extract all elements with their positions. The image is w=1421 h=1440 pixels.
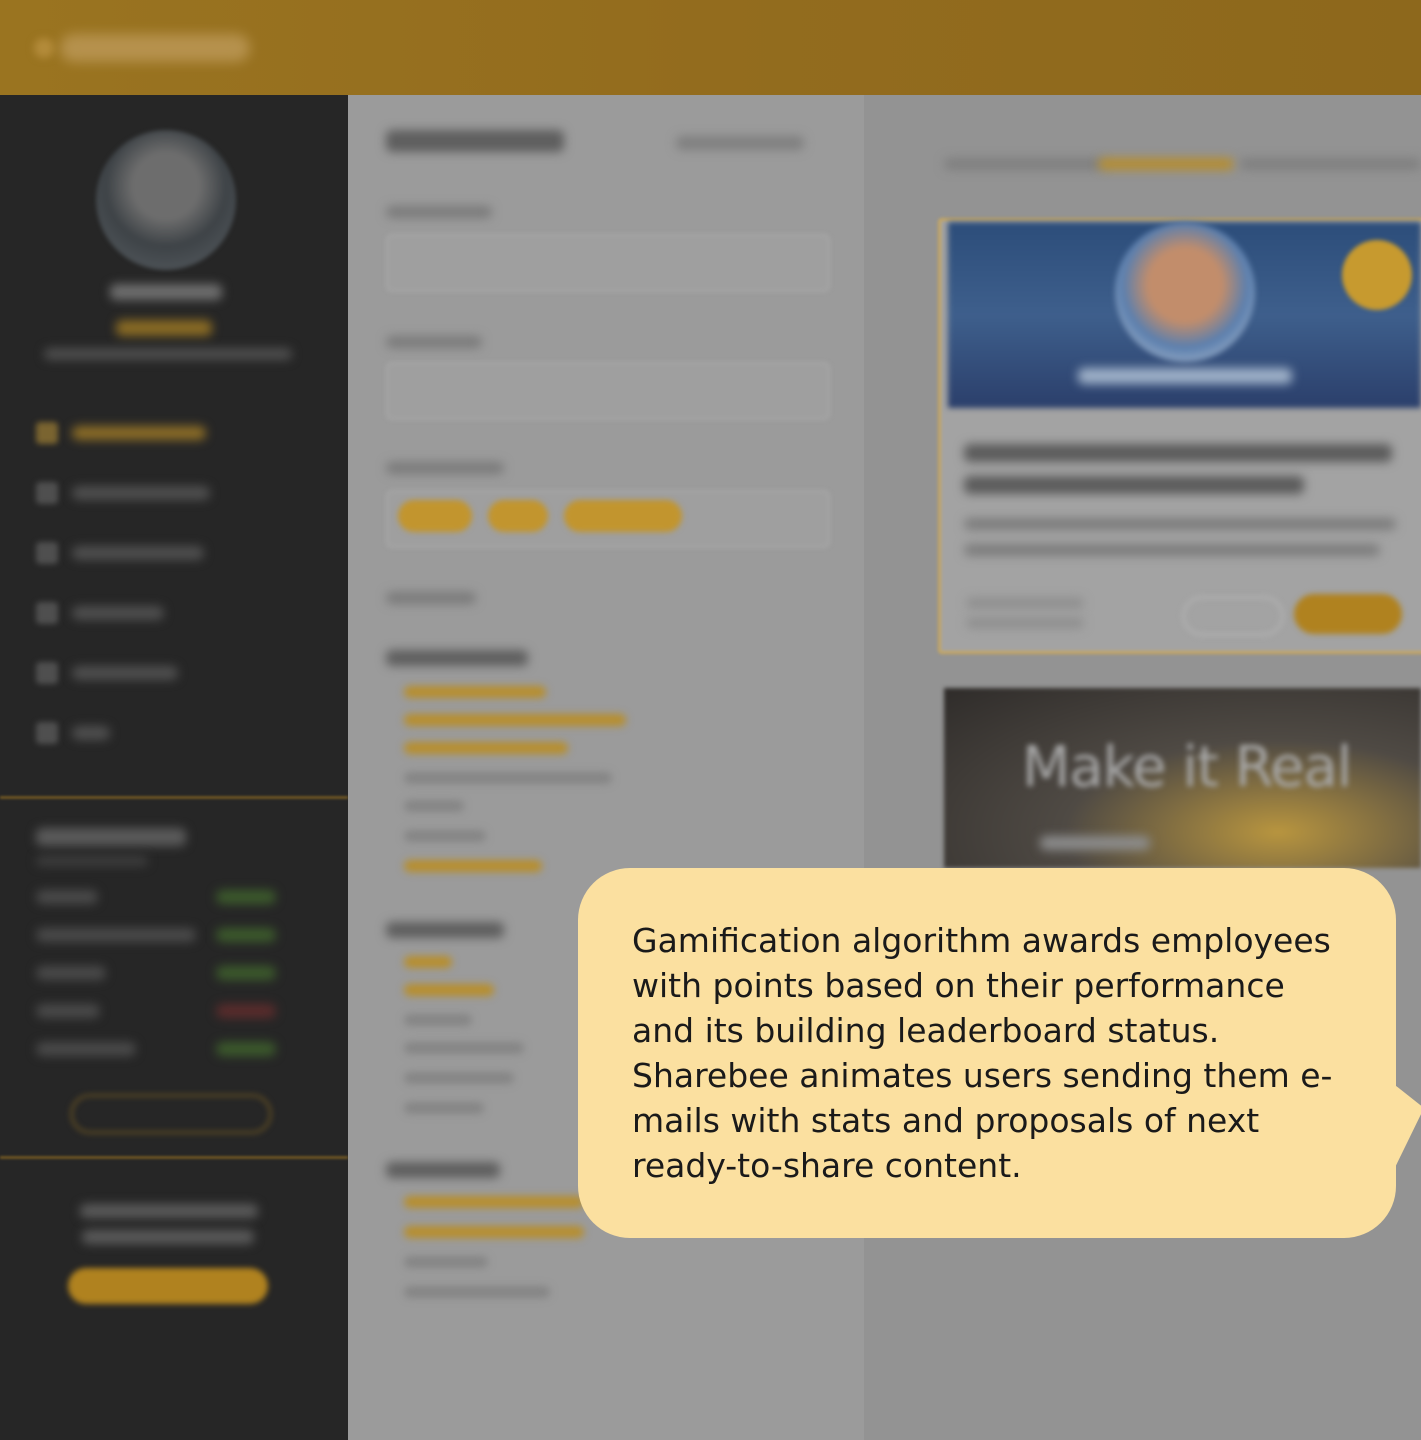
category-link[interactable] — [404, 1102, 484, 1114]
user-name — [110, 284, 222, 300]
stat-value — [216, 1042, 276, 1056]
category-link[interactable] — [404, 742, 568, 754]
category-link[interactable] — [404, 1196, 584, 1208]
content-type-tag[interactable] — [564, 500, 682, 532]
stat-row — [36, 966, 316, 982]
sidebar-item-4[interactable] — [36, 600, 216, 626]
stat-value — [216, 1004, 276, 1018]
content-card-description — [964, 544, 1380, 556]
stats-heading — [36, 828, 186, 846]
reset-filters-link[interactable] — [676, 136, 804, 150]
field-label — [386, 462, 504, 474]
logo-mark-icon — [34, 38, 54, 58]
content-card-title — [964, 476, 1304, 494]
stat-row — [36, 890, 316, 906]
category-link[interactable] — [404, 860, 542, 872]
stat-label — [36, 966, 106, 980]
stat-label — [36, 928, 196, 942]
field-label — [386, 206, 492, 218]
video-card-title: Make it Real — [1022, 735, 1352, 800]
category-link[interactable] — [404, 830, 486, 842]
preview-button[interactable] — [1182, 596, 1284, 636]
results-count-highlight — [1098, 158, 1234, 170]
sidebar-item-label — [72, 666, 178, 680]
content-card-meta — [966, 598, 1084, 608]
sidebar-item-label — [72, 726, 110, 740]
category-link[interactable] — [404, 686, 546, 698]
sidebar-divider — [0, 796, 348, 799]
user-rank — [44, 348, 292, 360]
stats-button[interactable] — [70, 1094, 272, 1134]
promo-text — [82, 1230, 254, 1244]
sidebar-item-content-library[interactable] — [36, 420, 216, 446]
stat-row — [36, 1042, 316, 1058]
sidebar-item-label — [72, 546, 204, 560]
category-link[interactable] — [404, 984, 494, 996]
field-label — [386, 592, 476, 604]
filter-panel — [348, 95, 864, 1440]
content-type-tag[interactable] — [488, 500, 548, 532]
stat-label — [36, 1042, 136, 1056]
list-icon — [36, 482, 58, 504]
promo-text — [80, 1204, 258, 1218]
campaign-select[interactable] — [386, 362, 830, 420]
video-play-icon — [1040, 836, 1150, 850]
stat-label — [36, 1004, 100, 1018]
stat-row — [36, 1004, 316, 1020]
logo-wordmark — [60, 34, 250, 62]
category-heading — [386, 650, 528, 666]
promo-button[interactable] — [68, 1268, 268, 1304]
sidebar-item-label — [72, 426, 206, 440]
dashboard-icon — [36, 542, 58, 564]
content-card-meta — [966, 618, 1084, 628]
category-link[interactable] — [404, 1042, 524, 1054]
stat-label — [36, 890, 98, 904]
category-heading — [386, 1162, 500, 1178]
category-link[interactable] — [404, 1286, 550, 1298]
results-count — [944, 158, 1104, 170]
search-input[interactable] — [386, 234, 830, 292]
sidebar-item-label — [72, 606, 164, 620]
share-button[interactable] — [1294, 594, 1402, 634]
category-link[interactable] — [404, 714, 626, 726]
stat-value — [216, 966, 276, 980]
user-points — [116, 320, 212, 336]
stat-value — [216, 928, 276, 942]
campaign-icon — [36, 602, 58, 624]
avatar[interactable] — [96, 130, 236, 270]
app-header — [0, 0, 1421, 95]
category-link[interactable] — [404, 772, 612, 784]
content-type-tag[interactable] — [398, 500, 472, 532]
content-card-title — [964, 444, 1392, 462]
category-link[interactable] — [404, 1014, 472, 1026]
sidebar-item-5[interactable] — [36, 660, 216, 686]
category-link[interactable] — [404, 956, 452, 968]
stats-subheading — [36, 856, 148, 866]
library-icon — [36, 422, 58, 444]
tooltip-text: Gamification algorithm awards employees … — [632, 921, 1333, 1185]
category-heading — [386, 922, 504, 938]
category-link[interactable] — [404, 1226, 584, 1238]
filter-title — [386, 130, 564, 152]
speaker-name — [1078, 368, 1292, 384]
stat-row — [36, 928, 316, 944]
results-count — [1240, 158, 1421, 170]
content-card-description — [964, 518, 1396, 530]
sidebar-item-2[interactable] — [36, 480, 216, 506]
category-link[interactable] — [404, 800, 464, 812]
stat-value — [216, 890, 276, 904]
sidebar-item-6[interactable] — [36, 720, 216, 746]
gear-icon — [36, 662, 58, 684]
help-icon — [36, 722, 58, 744]
category-link[interactable] — [404, 1072, 514, 1084]
field-label — [386, 336, 482, 348]
sidebar-divider — [0, 1156, 348, 1159]
tooltip-tail — [1386, 1078, 1421, 1186]
category-link[interactable] — [404, 1256, 488, 1268]
sidebar-item-label — [72, 486, 210, 500]
speaker-photo — [1115, 222, 1255, 362]
points-badge — [1342, 240, 1412, 310]
app-logo[interactable] — [34, 28, 254, 68]
sidebar-item-3[interactable] — [36, 540, 216, 566]
